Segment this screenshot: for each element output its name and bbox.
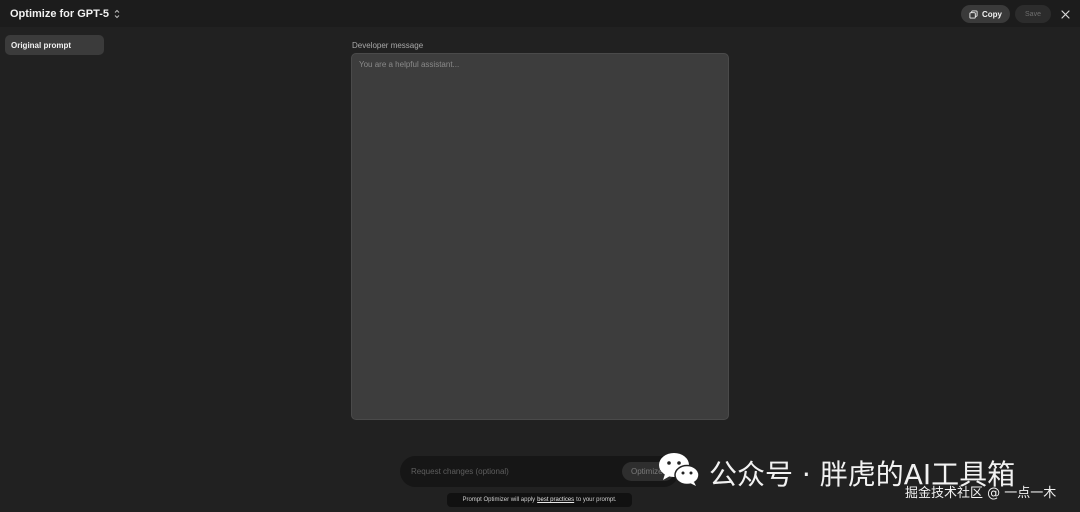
page-title: Optimize for GPT-5: [10, 8, 110, 20]
save-label: Save: [1025, 10, 1041, 18]
copy-icon: [969, 9, 978, 19]
chevron-updown-icon: [114, 9, 120, 19]
hint-prefix: Prompt Optimizer will apply: [462, 497, 536, 503]
copy-button[interactable]: Copy: [961, 5, 1010, 23]
wechat-icon: [659, 453, 700, 486]
watermark-subtitle: 掘金技术社区 @ 一点一木: [905, 486, 1057, 501]
sidebar-item-label: Original prompt: [11, 40, 71, 50]
watermark: 公众号 · 胖虎的AI工具箱 掘金技术社区 @ 一点一木: [657, 450, 1077, 512]
top-bar: Optimize for GPT-5 Copy Save: [0, 0, 1080, 27]
save-button[interactable]: Save: [1015, 5, 1051, 23]
best-practices-link[interactable]: best practices: [537, 497, 574, 503]
developer-message-input[interactable]: [351, 53, 729, 420]
close-button[interactable]: [1058, 7, 1072, 21]
copy-label: Copy: [982, 9, 1002, 19]
request-changes-bar: Optimize: [400, 456, 679, 487]
request-changes-input[interactable]: [411, 464, 611, 479]
hint-suffix: to your prompt.: [576, 497, 617, 503]
close-icon: [1060, 9, 1070, 19]
developer-message-label: Developer message: [352, 41, 424, 50]
model-selector[interactable]: Optimize for GPT-5: [10, 6, 121, 22]
optimizer-hint: Prompt Optimizer will apply best practic…: [447, 493, 632, 507]
sidebar-item-original-prompt[interactable]: Original prompt: [5, 35, 104, 55]
